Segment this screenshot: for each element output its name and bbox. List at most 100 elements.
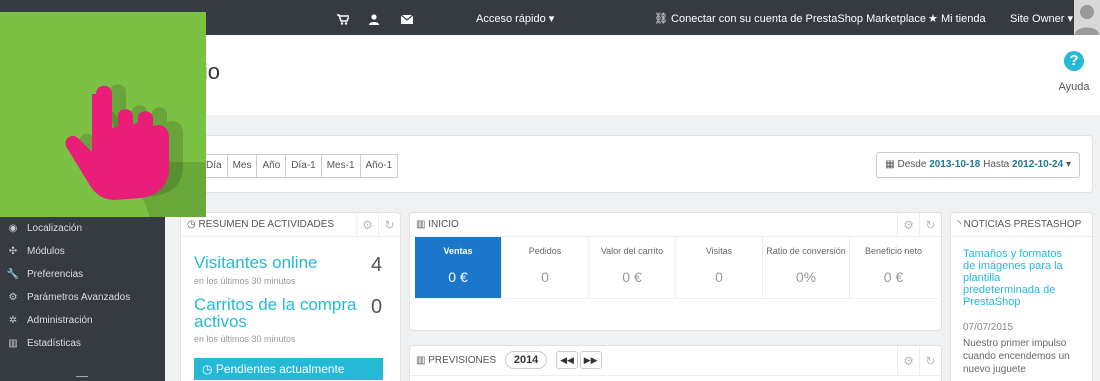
sidebar-item-label: Localización <box>27 223 83 234</box>
news-panel: ◝ Noticias PrestaShop Tamaños y formatos… <box>950 212 1093 381</box>
kpi-value: 0 € <box>883 269 904 285</box>
kpi-value: 0 € <box>448 269 468 285</box>
activity-panel-heading: ◷ Resumen de actividades ⚙ ↻ <box>181 213 400 237</box>
link-icon: ⛓ <box>654 13 668 25</box>
kpi-label: Ventas <box>443 246 473 256</box>
period-year-button[interactable]: Año <box>256 154 287 178</box>
sidebar-item-localization[interactable]: ◉ Localización <box>0 218 165 240</box>
kpi-label: Ratio de conversión <box>766 246 846 256</box>
bar-chart-icon: ▥ <box>416 355 426 366</box>
date-range-picker[interactable]: ▦ Desde 2013-10-18 Hasta 2012-10-24 ▾ <box>876 152 1080 178</box>
star-icon: ★ <box>928 13 938 25</box>
news-headline-link[interactable]: Tamaños y formatos de imágenes para la p… <box>963 248 1071 308</box>
kpi-label: Valor del carrito <box>600 246 664 256</box>
caret-down-icon: ▾ <box>548 13 555 25</box>
visitors-online-sub: en los últimos 30 minutos <box>194 276 296 286</box>
pointing-hand-icon <box>65 84 206 217</box>
wrench-icon: 🔧 <box>6 269 20 280</box>
sidebar-item-advanced-parameters[interactable]: ⚙ Parámetros Avanzados <box>0 287 165 309</box>
sidebar-item-administration[interactable]: ✲ Administración <box>0 310 165 332</box>
active-carts-sub: en los últimos 30 minutos <box>194 334 296 344</box>
cart-icon[interactable] <box>337 0 351 35</box>
sidebar-item-preferences[interactable]: 🔧 Preferencias <box>0 264 165 286</box>
chart-icon: ▥ <box>8 338 18 349</box>
refresh-icon[interactable]: ↻ <box>378 213 400 237</box>
panel-tools: ⚙ ↻ <box>897 213 941 237</box>
visitors-online-value: 4 <box>371 254 383 276</box>
pending-header[interactable]: ◷ Pendientes actualmente <box>194 358 383 380</box>
quick-access-label: Acceso rápido <box>476 13 546 25</box>
sidebar-item-label: Módulos <box>27 246 65 257</box>
kpi-value: 0% <box>795 269 817 285</box>
kpi-conversion-rate[interactable]: Ratio de conversión 0% <box>763 237 850 298</box>
backward-icon: ◀◀ <box>560 355 574 365</box>
active-carts-label-line2[interactable]: activos <box>194 312 247 332</box>
mail-icon[interactable] <box>400 0 414 35</box>
period-prev-year-button[interactable]: Año-1 <box>359 154 399 178</box>
inicio-panel-heading: ▥ Inicio ⚙ ↻ <box>410 213 941 237</box>
kpi-sales[interactable]: Ventas 0 € <box>415 237 502 298</box>
help-button[interactable]: ? Ayuda <box>1054 51 1094 93</box>
configure-icon[interactable]: ⚙ <box>897 213 919 237</box>
date-to-value: 2012-10-24 <box>1012 159 1064 170</box>
kpi-label: Pedidos <box>528 246 562 256</box>
kpi-net-profit[interactable]: Beneficio neto 0 € <box>850 237 937 298</box>
visitors-online-label[interactable]: Visitantes online <box>194 253 318 273</box>
globe-icon: ◉ <box>8 223 18 234</box>
user-name: Site Owner <box>1010 13 1065 25</box>
configure-icon[interactable]: ⚙ <box>897 346 919 376</box>
refresh-icon[interactable]: ↻ <box>919 213 941 237</box>
clock-icon: ◷ <box>187 219 196 230</box>
rss-icon: ◝ <box>957 219 961 230</box>
kpi-label: Beneficio neto <box>864 246 923 256</box>
forecast-panel-title: Previsiones <box>428 355 497 366</box>
sidebar-item-modules[interactable]: ✣ Módulos <box>0 241 165 263</box>
kpi-orders[interactable]: Pedidos 0 <box>502 237 589 298</box>
sidebar-item-label: Estadísticas <box>27 338 81 349</box>
kpi-row: Ventas 0 € Pedidos 0 Valor del carrito 0… <box>415 237 938 299</box>
caret-down-icon: ▾ <box>1067 13 1074 25</box>
puzzle-icon: ✣ <box>8 246 18 257</box>
kpi-cart-value[interactable]: Valor del carrito 0 € <box>589 237 676 298</box>
sidebar-item-statistics[interactable]: ▥ Estadísticas <box>0 333 165 355</box>
marketplace-link[interactable]: ⛓ Conectar con su cuenta de PrestaShop M… <box>654 0 926 35</box>
next-year-button[interactable]: ▶▶ <box>579 351 602 369</box>
period-filter-panel: Día Mes Año Día-1 Mes-1 Año-1 ▦ Desde 20… <box>180 135 1093 193</box>
avatar[interactable] <box>1074 0 1100 35</box>
cogs-icon: ⚙ <box>8 292 18 303</box>
forecast-panel: ▥ Previsiones 2014 ◀◀ ▶▶ ⚙ ↻ <box>409 345 942 381</box>
period-month-button[interactable]: Mes <box>226 154 258 178</box>
news-panel-title: Noticias PrestaShop <box>963 219 1082 230</box>
my-store-link[interactable]: ★ Mi tienda <box>928 0 986 35</box>
sidebar-item-label: Preferencias <box>27 269 84 280</box>
activity-panel-title: Resumen de actividades <box>198 219 335 230</box>
kpi-value: 0 € <box>622 269 642 285</box>
user-menu[interactable]: Site Owner ▾ <box>1010 0 1073 35</box>
my-store-label: Mi tienda <box>940 13 986 25</box>
activity-panel: ◷ Resumen de actividades ⚙ ↻ Visitantes … <box>180 212 401 381</box>
sidebar-collapse-handle[interactable] <box>76 376 88 381</box>
period-prev-day-button[interactable]: Día-1 <box>285 154 322 178</box>
quick-access-menu[interactable]: Acceso rápido ▾ <box>476 0 554 35</box>
inicio-panel-title: Inicio <box>428 219 459 230</box>
period-button-group: Día Mes Año Día-1 Mes-1 Año-1 <box>200 154 399 178</box>
clock-icon: ◷ <box>202 362 213 376</box>
period-prev-month-button[interactable]: Mes-1 <box>320 154 361 178</box>
kpi-value: 0 <box>715 269 723 285</box>
previous-year-button[interactable]: ◀◀ <box>556 351 578 369</box>
panel-tools: ⚙ ↻ <box>356 213 400 237</box>
configure-icon[interactable]: ⚙ <box>356 213 378 237</box>
marketplace-label: Conectar con su cuenta de PrestaShop Mar… <box>671 13 927 25</box>
news-date: 07/07/2015 <box>963 322 1014 333</box>
help-label: Ayuda <box>1058 81 1090 93</box>
customer-icon[interactable] <box>369 0 379 35</box>
tutorial-overlay <box>0 12 206 217</box>
kpi-label: Visitas <box>705 246 733 256</box>
kpi-visits[interactable]: Visitas 0 <box>676 237 763 298</box>
refresh-icon[interactable]: ↻ <box>919 346 941 376</box>
sidebar-item-label: Parámetros Avanzados <box>27 292 131 303</box>
kpi-value: 0 <box>541 269 549 285</box>
caret-down-icon: ▾ <box>1065 159 1071 170</box>
sidebar-item-label: Administración <box>27 315 93 326</box>
calendar-icon: ▦ <box>885 159 895 170</box>
